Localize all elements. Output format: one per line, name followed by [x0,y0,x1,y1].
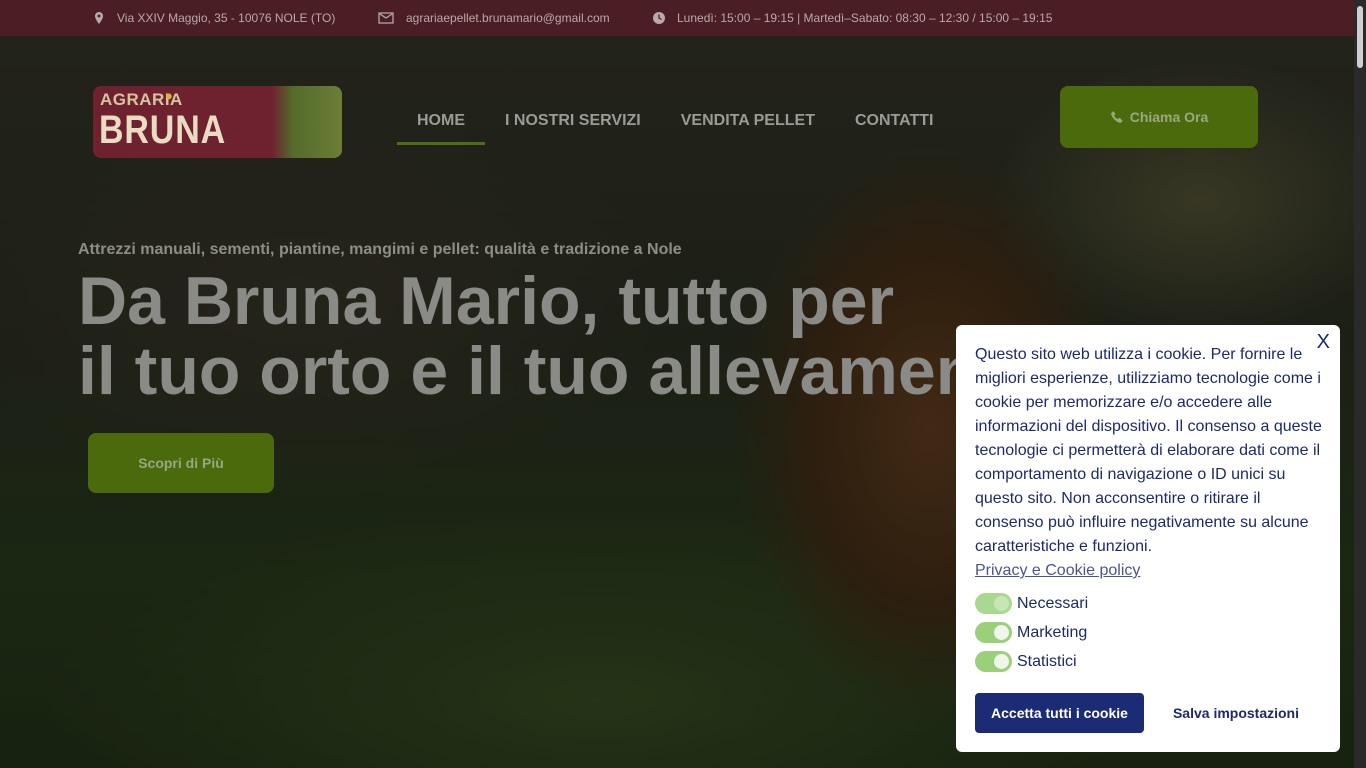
cookie-description: Questo sito web utilizza i cookie. Per f… [975,343,1323,583]
page-scrollbar[interactable] [1354,0,1366,768]
hours-info: Lunedì: 15:00 – 19:15 | Martedì–Sabato: … [653,0,1052,36]
discover-more-button[interactable]: Scopri di Più [88,433,274,493]
necessari-toggle[interactable] [975,593,1012,614]
hero-title-line-1: Da Bruna Mario, tutto per [78,266,895,339]
phone-icon [1110,111,1123,123]
site-logo[interactable]: AGRARIA ● BRUNA MARIO [93,86,342,158]
map-pin-icon [95,12,103,24]
address-info: Via XXIV Maggio, 35 - 10076 NOLE (TO) [93,0,335,36]
toggle-label: Marketing [1017,623,1088,641]
nav-item-pellet[interactable]: VENDITA PELLET [661,100,835,145]
accept-all-cookies-button[interactable]: Accetta tutti i cookie [975,693,1144,733]
cookie-actions: Accetta tutti i cookie Salva impostazion… [975,693,1312,733]
toggle-knob [994,596,1009,611]
clock-icon [653,12,665,24]
toggle-row-marketing: Marketing [975,618,1321,647]
hero-title: Da Bruna Mario, tutto per il tuo orto e … [78,266,978,406]
call-now-label: Chiama Ora [1129,109,1209,125]
call-now-button[interactable]: Chiama Ora [1060,86,1258,148]
envelope-icon [378,12,394,24]
close-icon[interactable]: X [1317,330,1330,354]
nav-item-contatti[interactable]: CONTATTI [835,100,954,145]
toggle-label: Statistici [1017,652,1077,670]
nav-item-servizi[interactable]: I NOSTRI SERVIZI [485,100,661,145]
toggle-label: Necessari [1017,594,1089,612]
cookie-toggles: Necessari Marketing Statistici [975,589,1321,676]
nav-item-home[interactable]: HOME [397,100,485,145]
hours-text: Lunedì: 15:00 – 19:15 | Martedì–Sabato: … [677,11,1053,25]
main-navigation: HOME I NOSTRI SERVIZI VENDITA PELLET CON… [397,100,953,145]
email-info[interactable]: agrariaepellet.brunamario@gmail.com [378,0,610,36]
toggle-row-necessari: Necessari [975,589,1321,618]
marketing-toggle[interactable] [975,622,1012,643]
cookie-consent-panel: X Questo sito web utilizza i cookie. Per… [956,325,1340,752]
hero-title-line-2: il tuo orto e il tuo allevamento [78,333,978,406]
hero-subtitle: Attrezzi manuali, sementi, piantine, man… [78,241,682,258]
privacy-policy-link[interactable]: Privacy e Cookie policy [975,559,1323,583]
chick-icon: ● [165,88,173,103]
toggle-knob [994,625,1009,640]
toggle-knob [994,654,1009,669]
statistici-toggle[interactable] [975,651,1012,672]
email-link[interactable]: agrariaepellet.brunamario@gmail.com [406,11,610,25]
logo-big-text: BRUNA MARIO [99,108,225,158]
address-text: Via XXIV Maggio, 35 - 10076 NOLE (TO) [117,11,336,25]
toggle-row-statistici: Statistici [975,647,1321,676]
top-info-bar: Via XXIV Maggio, 35 - 10076 NOLE (TO) ag… [0,0,1366,36]
save-settings-button[interactable]: Salva impostazioni [1160,693,1312,733]
cookie-description-text: Questo sito web utilizza i cookie. Per f… [975,346,1322,555]
scrollbar-thumb[interactable] [1357,6,1363,68]
